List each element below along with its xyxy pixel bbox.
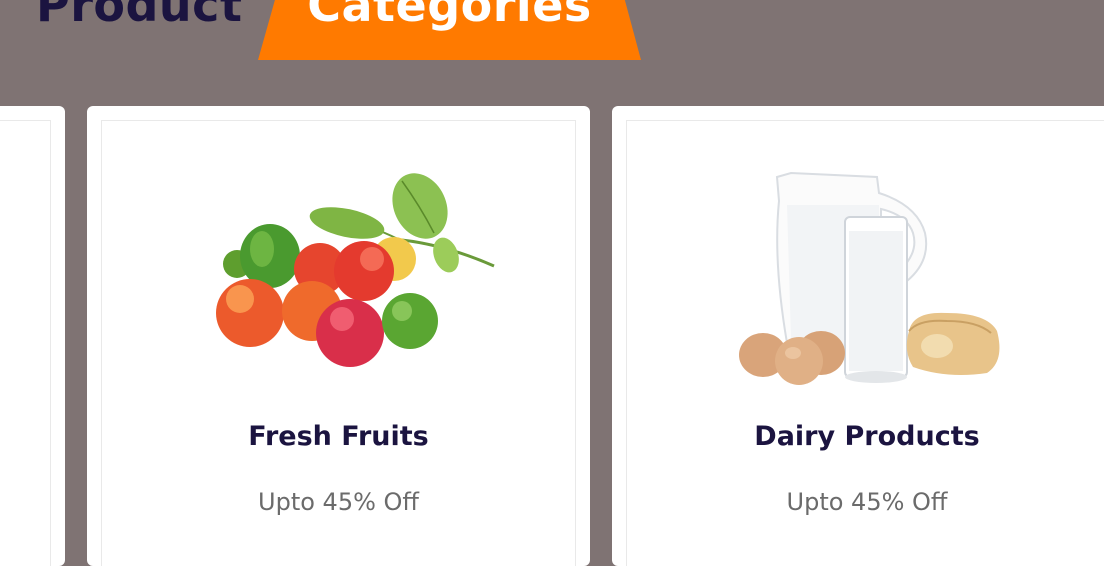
dairy-image — [739, 171, 1000, 385]
fruits-image — [216, 173, 495, 367]
category-title[interactable]: Dairy Products — [627, 421, 1104, 452]
section-heading: Product — [36, 0, 242, 62]
category-title[interactable]: Fresh Fruits — [102, 421, 575, 452]
card-border — [0, 120, 51, 566]
category-offer: Upto 45% Off — [258, 488, 419, 516]
heading-ribbon: Categories — [258, 0, 641, 60]
heading-plain-text: Product — [36, 0, 243, 32]
card-border: Fresh Fruits Upto 45% Off — [101, 120, 576, 566]
card-border: Dairy Products Upto 45% Off — [626, 120, 1104, 566]
heading-highlight-text: Categories — [307, 0, 592, 32]
category-card-partial[interactable] — [0, 106, 65, 566]
category-offer: Upto 45% Off — [786, 488, 948, 516]
category-card-dairy[interactable]: Dairy Products Upto 45% Off — [612, 106, 1104, 566]
category-card-fruits[interactable]: Fresh Fruits Upto 45% Off — [87, 106, 590, 566]
